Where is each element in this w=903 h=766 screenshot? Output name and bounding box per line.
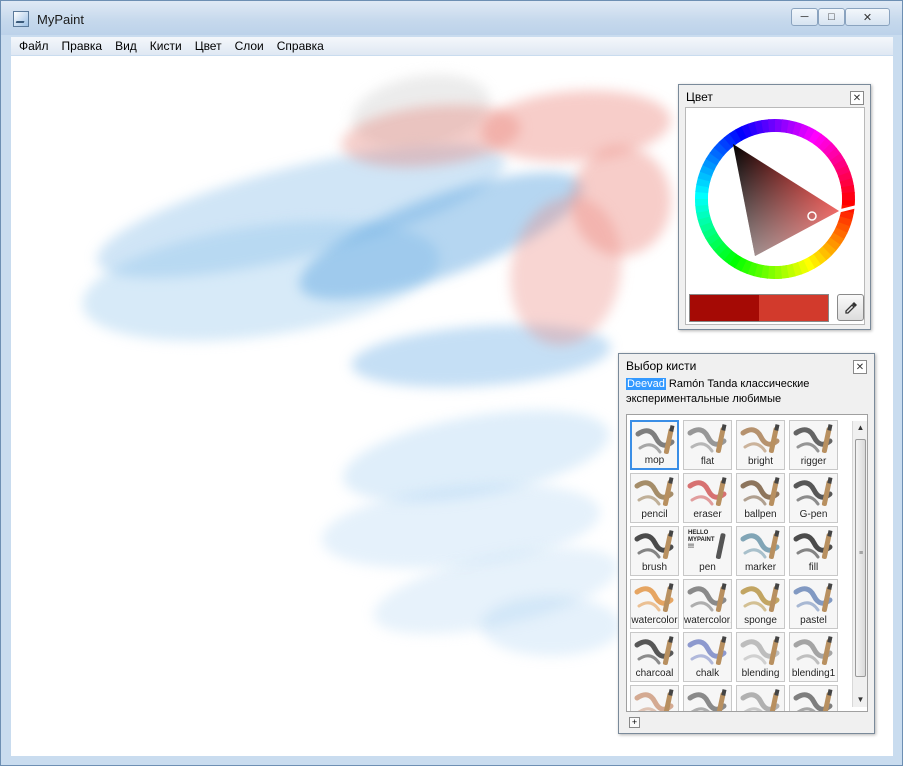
brush-blending1[interactable]: blending1 <box>789 632 838 682</box>
blue-stroke <box>481 596 621 656</box>
brush-item[interactable] <box>683 685 732 711</box>
brush-label: mop <box>644 455 665 466</box>
brush-chalk[interactable]: chalk <box>683 632 732 682</box>
menu-help[interactable]: Справка <box>277 39 324 53</box>
group-favorites[interactable]: любимые <box>732 393 781 405</box>
brush-list: mop flat bright rigger pencil eraser bal… <box>626 414 868 712</box>
brush-label: charcoal <box>635 668 674 679</box>
brush-G-pen[interactable]: G-pen <box>789 473 838 523</box>
color-panel: Цвет ✕ <box>678 84 871 330</box>
brush-bright[interactable]: bright <box>736 420 785 470</box>
brush-mop[interactable]: mop <box>630 420 679 470</box>
brush-label: ballpen <box>744 509 777 520</box>
scroll-up-arrow-icon[interactable]: ▲ <box>853 421 867 435</box>
brush-blending[interactable]: blending <box>736 632 785 682</box>
group-deevad[interactable]: Deevad <box>626 378 666 390</box>
brush-item[interactable] <box>736 685 785 711</box>
brush-label: pencil <box>641 509 668 520</box>
brush-flat[interactable]: flat <box>683 420 732 470</box>
group-experimental[interactable]: экспериментальные <box>626 393 729 405</box>
brush-selector-panel: Выбор кисти ✕ Deevad Ramón Tanda классическ… <box>618 353 875 734</box>
brush-label: brush <box>641 562 667 573</box>
brush-ballpen[interactable]: ballpen <box>736 473 785 523</box>
brush-label: G-pen <box>799 509 828 520</box>
brush-label: chalk <box>695 668 720 679</box>
current-color-swatch[interactable] <box>690 295 759 321</box>
brush-label: watercolor <box>631 615 678 626</box>
previous-color-swatch[interactable] <box>759 295 828 321</box>
brush-brush[interactable]: brush <box>630 526 679 576</box>
brush-pen[interactable]: HELLO MYPAINT !!! pen <box>683 526 732 576</box>
brush-label: pastel <box>800 615 827 626</box>
color-panel-title: Цвет <box>686 90 713 104</box>
brush-label: blending1 <box>791 668 836 679</box>
title-bar[interactable]: MyPaint ─ □ ✕ <box>1 1 902 35</box>
menu-file[interactable]: Файл <box>19 39 49 53</box>
brush-label: fill <box>808 562 819 573</box>
brush-label: pen <box>699 562 716 573</box>
minimize-button[interactable]: ─ <box>791 8 818 26</box>
brush-label: eraser <box>693 509 722 520</box>
group-classic[interactable]: классические <box>740 378 809 390</box>
brush-preview-icon <box>684 686 731 711</box>
color-history <box>689 294 829 322</box>
group-tanda[interactable]: Tanda <box>707 378 737 390</box>
menu-color[interactable]: Цвет <box>195 39 222 53</box>
scroll-thumb[interactable]: ≡ <box>855 439 866 677</box>
brush-panel-close-button[interactable]: ✕ <box>853 360 867 374</box>
brush-panel-title: Выбор кисти <box>626 359 697 373</box>
eyedropper-icon <box>844 301 857 314</box>
brush-list-scrollbar[interactable]: ▲ ≡ ▼ <box>852 421 867 707</box>
brush-item[interactable] <box>630 685 679 711</box>
brush-preview-icon <box>790 686 837 711</box>
menu-view[interactable]: Вид <box>115 39 137 53</box>
brush-fill[interactable]: fill <box>789 526 838 576</box>
add-group-button[interactable]: + <box>629 717 640 728</box>
maximize-button[interactable]: □ <box>818 8 845 26</box>
brush-label: watercolor1 <box>684 615 732 626</box>
hue-wheel[interactable] <box>686 108 866 290</box>
brush-preview-icon <box>737 686 784 711</box>
brush-watercolor[interactable]: watercolor <box>630 579 679 629</box>
brush-groups: Deevad Ramón Tanda классические эксперимент… <box>626 377 868 407</box>
brush-label: sponge <box>744 615 777 626</box>
eyedropper-button[interactable] <box>837 294 864 321</box>
scroll-down-arrow-icon[interactable]: ▼ <box>853 693 867 707</box>
mypaint-app-icon <box>13 11 29 27</box>
brush-sponge[interactable]: sponge <box>736 579 785 629</box>
brush-label: rigger <box>800 456 827 467</box>
color-picker-area <box>685 107 865 325</box>
menu-layers[interactable]: Слои <box>235 39 264 53</box>
brush-label: flat <box>700 456 715 467</box>
brush-charcoal[interactable]: charcoal <box>630 632 679 682</box>
brush-pastel[interactable]: pastel <box>789 579 838 629</box>
close-button[interactable]: ✕ <box>845 8 890 26</box>
group-ramon[interactable]: Ramón <box>669 378 704 390</box>
brush-eraser[interactable]: eraser <box>683 473 732 523</box>
brush-marker[interactable]: marker <box>736 526 785 576</box>
brush-grid: mop flat bright rigger pencil eraser bal… <box>630 420 838 711</box>
hue-segment[interactable] <box>841 192 855 201</box>
window-title: MyPaint <box>37 12 84 27</box>
brush-label: bright <box>747 456 773 467</box>
brush-preview-icon <box>631 686 678 711</box>
menu-edit[interactable]: Правка <box>62 39 103 53</box>
menu-bar: Файл Правка Вид Кисти Цвет Слои Справка <box>11 37 893 55</box>
brush-rigger[interactable]: rigger <box>789 420 838 470</box>
brush-label: marker <box>744 562 777 573</box>
brush-item[interactable] <box>789 685 838 711</box>
brush-label: blending <box>741 668 780 679</box>
color-panel-close-button[interactable]: ✕ <box>850 91 864 105</box>
brush-preview-text: HELLO MYPAINT !!! <box>688 530 715 550</box>
brush-watercolor1[interactable]: watercolor1 <box>683 579 732 629</box>
brush-pencil[interactable]: pencil <box>630 473 679 523</box>
menu-brushes[interactable]: Кисти <box>150 39 182 53</box>
